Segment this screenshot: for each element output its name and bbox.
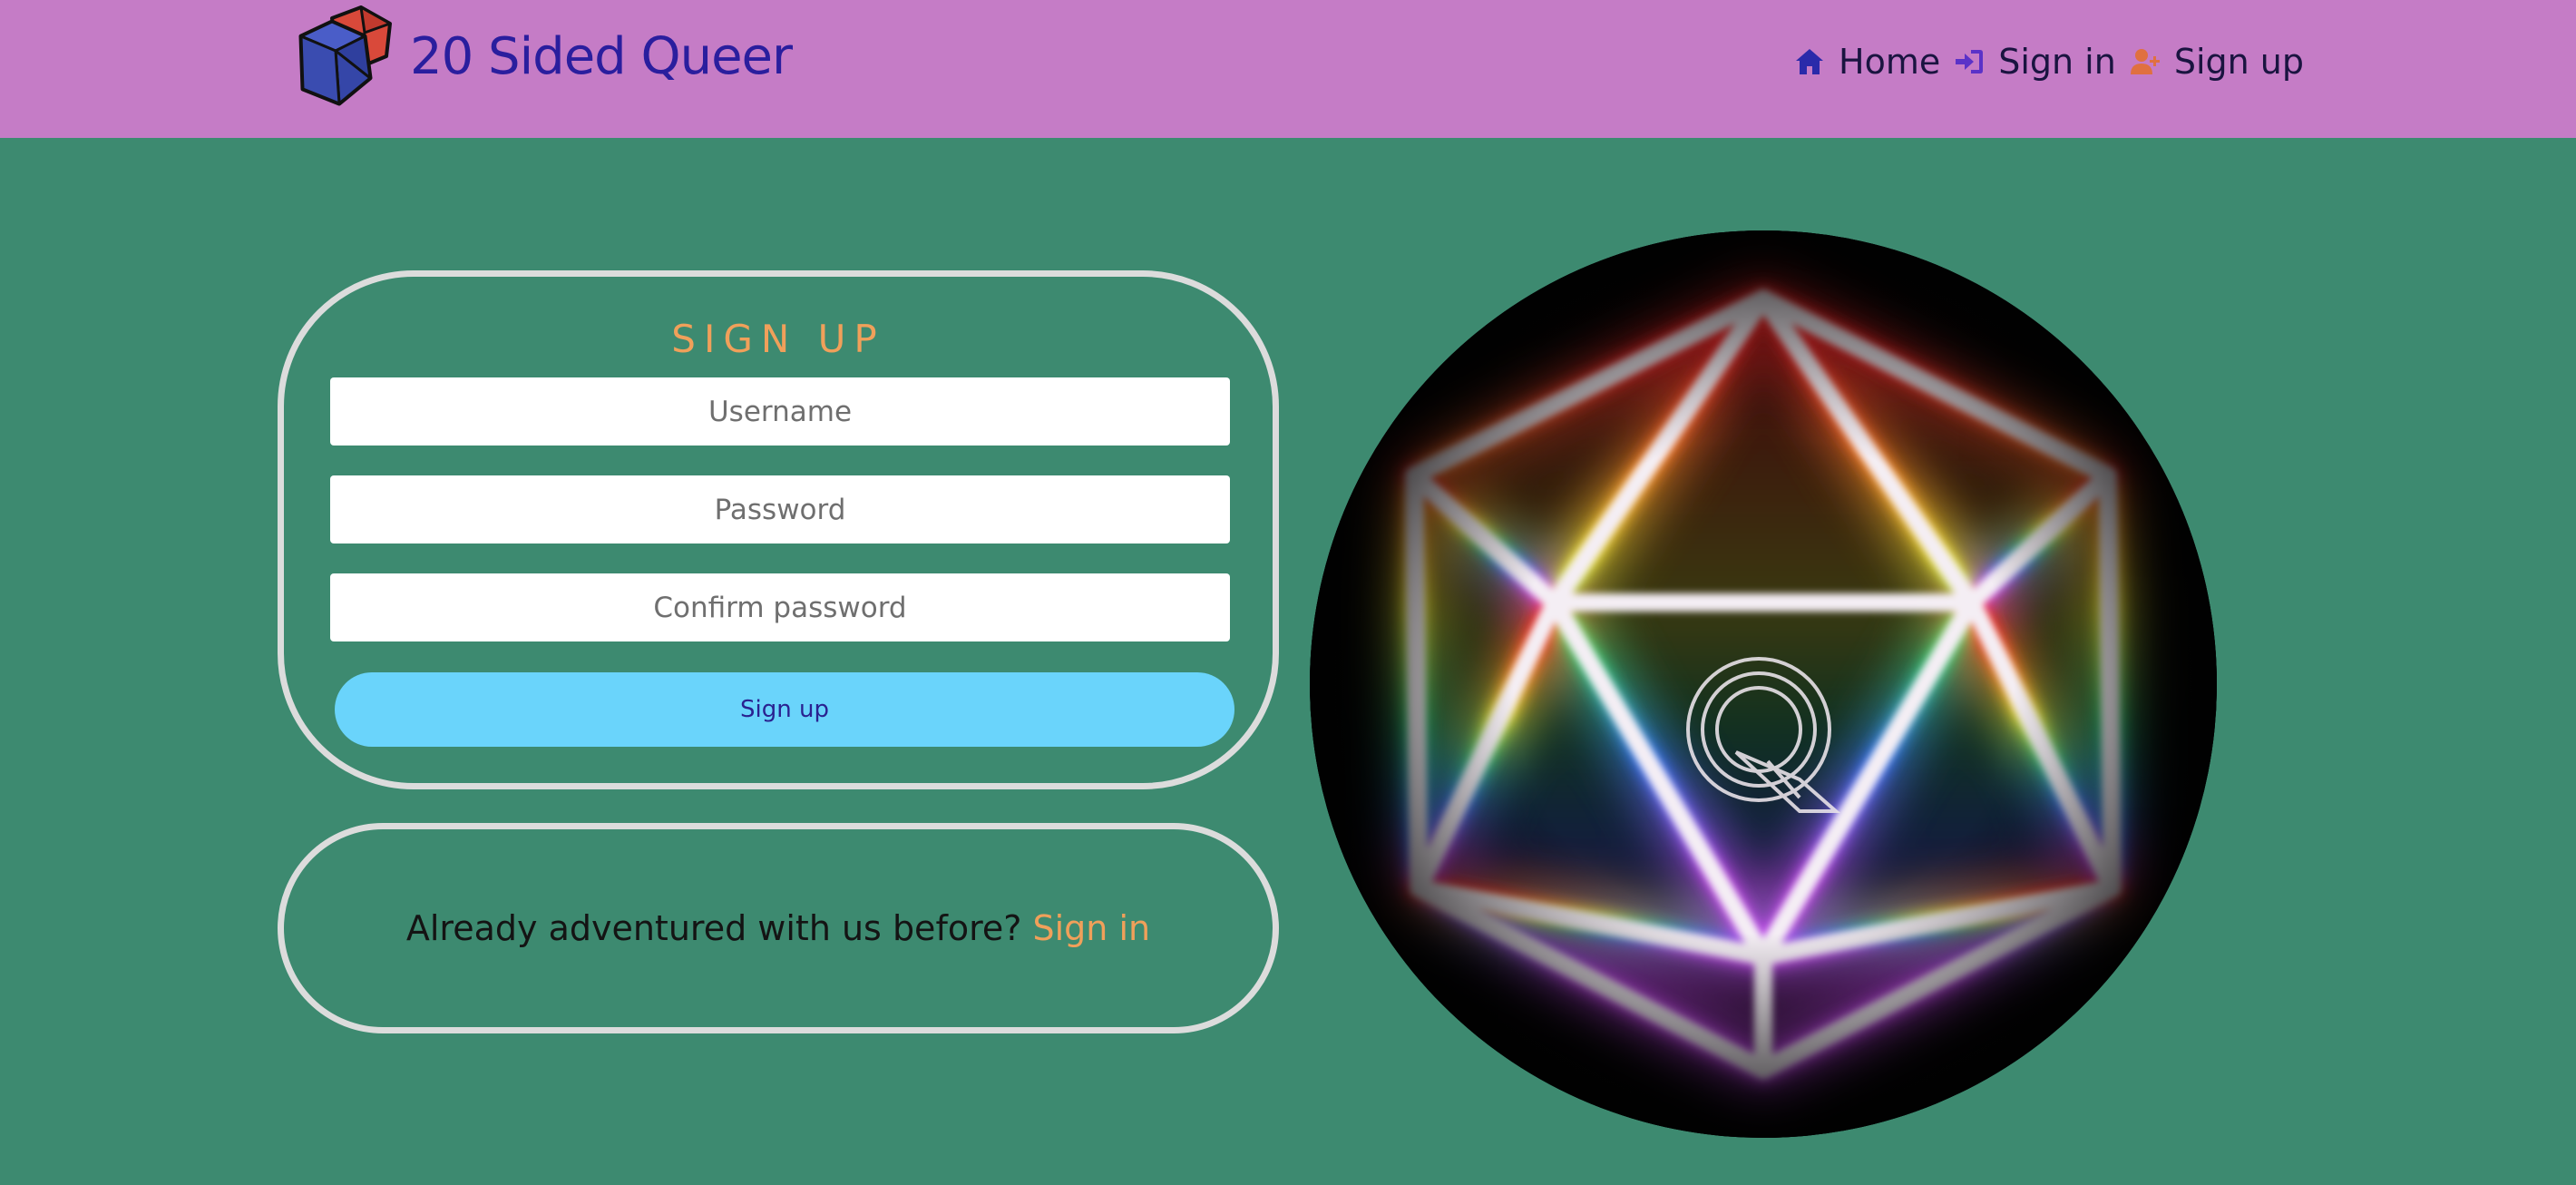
brand-name: 20 Sided Queer [410, 26, 793, 86]
d20-neon-icon [1310, 230, 2217, 1138]
nav-links: Home Sign in Sign up [1793, 36, 2304, 87]
signin-prompt-text: Already adventured with us before? [405, 908, 1022, 948]
signin-prompt-card: Already adventured with us before? Sign … [278, 823, 1279, 1033]
nav-sign-in-link[interactable]: Sign in [1953, 42, 2116, 82]
sign-in-link[interactable]: Sign in [1033, 908, 1151, 948]
sign-up-button[interactable]: Sign up [335, 672, 1234, 747]
nav-sign-in-label: Sign in [1998, 42, 2116, 82]
signup-form-card: SIGN UP Sign up [278, 270, 1279, 789]
sign-in-icon [1956, 50, 1984, 73]
password-input[interactable] [330, 475, 1230, 544]
brand-link[interactable]: 20 Sided Queer [296, 5, 793, 107]
nav-sign-up-label: Sign up [2173, 42, 2304, 82]
navbar: 20 Sided Queer Home Sign in Sign up [0, 0, 2576, 138]
signup-title: SIGN UP [671, 317, 885, 361]
dice-logo-icon [298, 5, 392, 106]
user-plus-icon [2130, 49, 2160, 74]
nav-home-link[interactable]: Home [1793, 42, 1940, 82]
confirm-password-input[interactable] [330, 573, 1230, 641]
username-input[interactable] [330, 377, 1230, 446]
hero-d20-image [1310, 230, 2217, 1138]
signin-prompt: Already adventured with us before? Sign … [406, 908, 1150, 948]
nav-sign-up-link[interactable]: Sign up [2129, 42, 2304, 82]
nav-home-label: Home [1839, 42, 1941, 82]
home-icon [1796, 49, 1823, 74]
